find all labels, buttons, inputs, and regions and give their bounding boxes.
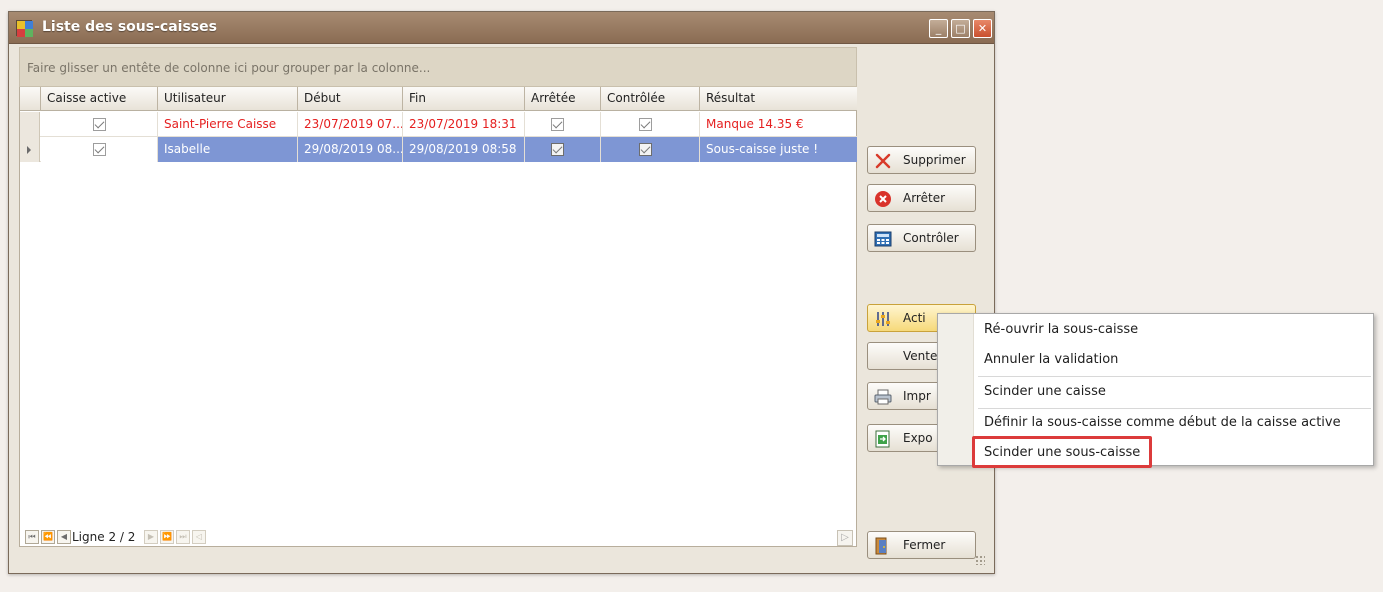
column-header-controlee[interactable]: Contrôlée [601,87,700,111]
controler-label: Contrôler [903,231,959,245]
app-icon [16,20,33,37]
minimize-button[interactable]: _ [929,19,948,38]
exporter-label: Expo [903,431,933,445]
column-header-utilisateur[interactable]: Utilisateur [158,87,298,111]
controlee-checkbox[interactable] [639,118,652,131]
column-header-resultat[interactable]: Résultat [700,87,857,111]
fermer-button[interactable]: Fermer [867,531,976,559]
caisse-active-cell[interactable] [41,137,158,162]
header-indicator [20,87,41,111]
controler-button[interactable]: Contrôler [867,224,976,252]
current-row-arrow-icon [27,146,31,154]
column-header-fin[interactable]: Fin [403,87,525,111]
close-button[interactable]: ✕ [973,19,992,38]
record-navigator: ⏮ ⏪ ◀ Ligne 2 / 2 ▶ ⏩ ⏭ ◁ ▷ [21,528,857,546]
table-row-selected[interactable]: Isabelle 29/08/2019 08... 29/08/2019 08:… [20,137,857,162]
stop-circle-icon [875,191,891,207]
menu-item-reouvrir[interactable]: Ré-ouvrir la sous-caisse [984,322,1138,337]
caisse-active-cell[interactable] [41,112,158,137]
row-indicator[interactable] [20,137,40,162]
resultat-cell[interactable]: Sous-caisse juste ! [700,137,857,162]
supprimer-button[interactable]: Supprimer [867,146,976,174]
column-header-debut[interactable]: Début [298,87,403,111]
utilisateur-cell[interactable]: Isabelle [158,137,298,162]
next-record-icon[interactable]: ▶ [144,530,158,544]
actions-label: Acti [903,311,926,325]
scroll-right-icon[interactable]: ▷ [837,530,853,546]
printer-icon [874,389,892,405]
column-header-arretee[interactable]: Arrêtée [525,87,601,111]
arretee-checkbox[interactable] [551,143,564,156]
delete-x-icon [875,153,891,169]
resize-grip-icon[interactable] [975,555,985,565]
fin-cell[interactable]: 23/07/2019 18:31 [403,112,525,137]
arreter-label: Arrêter [903,191,946,205]
debut-cell[interactable]: 29/08/2019 08... [298,137,403,162]
calculator-icon [874,231,892,247]
maximize-button[interactable]: □ [951,19,970,38]
arreter-button[interactable]: Arrêter [867,184,976,212]
sous-caisses-grid[interactable]: Caisse active Utilisateur Début Fin Arrê… [19,87,857,547]
last-record-icon[interactable]: ⏭ [176,530,190,544]
fermer-label: Fermer [903,538,946,552]
first-record-icon[interactable]: ⏮ [25,530,39,544]
next-page-icon[interactable]: ⏩ [160,530,174,544]
menu-item-definir-debut[interactable]: Définir la sous-caisse comme début de la… [984,415,1341,430]
debut-cell[interactable]: 23/07/2019 07... [298,112,403,137]
ventes-label: Vente [903,349,938,363]
previous-page-icon[interactable]: ⏪ [41,530,55,544]
arretee-checkbox[interactable] [551,118,564,131]
group-by-panel[interactable]: Faire glisser un entête de colonne ici p… [19,47,857,87]
exit-door-icon [875,537,887,555]
menu-separator [978,408,1371,409]
arretee-cell[interactable] [525,112,601,137]
utilisateur-cell[interactable]: Saint-Pierre Caisse [158,112,298,137]
resultat-cell[interactable]: Manque 14.35 € [700,112,857,137]
imprimer-label: Impr [903,389,931,403]
table-row[interactable]: Saint-Pierre Caisse 23/07/2019 07... 23/… [20,112,857,137]
controlee-cell[interactable] [601,137,700,162]
supprimer-label: Supprimer [903,153,966,167]
menu-icon-gutter [938,314,974,465]
group-by-hint: Faire glisser un entête de colonne ici p… [27,61,431,75]
record-position: Ligne 2 / 2 [72,530,136,544]
highlight-annotation [972,436,1152,468]
export-icon [875,430,890,448]
menu-item-scinder-caisse[interactable]: Scinder une caisse [984,384,1106,399]
column-header-caisse-active[interactable]: Caisse active [41,87,158,111]
caisse-active-checkbox[interactable] [93,118,106,131]
grid-header: Caisse active Utilisateur Début Fin Arrê… [20,87,857,111]
previous-record-icon[interactable]: ◀ [57,530,71,544]
fin-cell[interactable]: 29/08/2019 08:58 [403,137,525,162]
controlee-checkbox[interactable] [639,143,652,156]
arretee-cell[interactable] [525,137,601,162]
window-title: Liste des sous-caisses [42,19,217,35]
menu-item-annuler-validation[interactable]: Annuler la validation [984,352,1118,367]
row-indicator[interactable] [20,112,40,137]
sliders-icon [876,312,890,326]
controlee-cell[interactable] [601,112,700,137]
title-bar[interactable]: Liste des sous-caisses _ □ ✕ [9,12,994,44]
caisse-active-checkbox[interactable] [93,143,106,156]
scroll-left-icon[interactable]: ◁ [192,530,206,544]
menu-separator [978,376,1371,377]
